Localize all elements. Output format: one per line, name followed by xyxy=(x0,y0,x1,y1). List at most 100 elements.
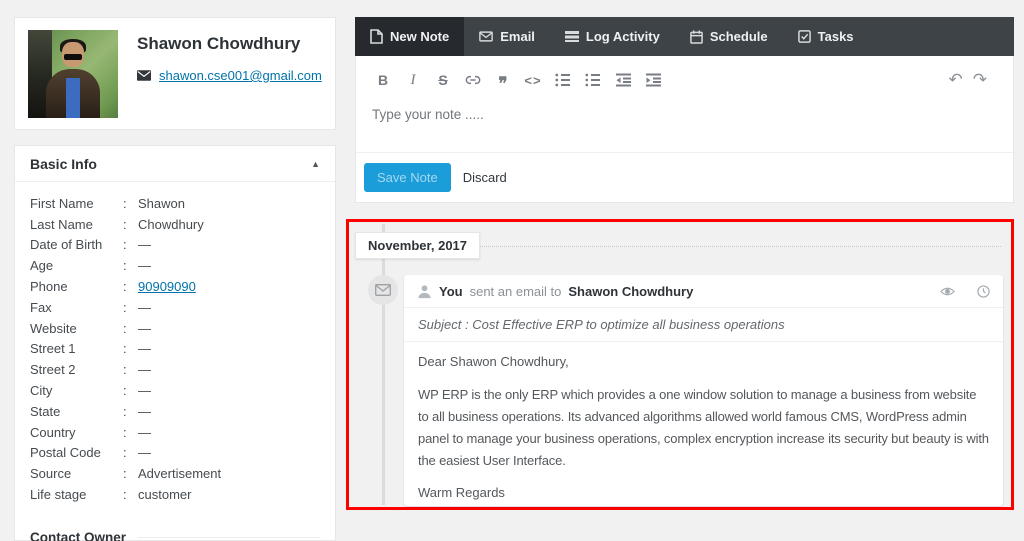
ordered-list-icon[interactable] xyxy=(578,69,608,91)
profile-card: Shawon Chowdhury shawon.cse001@gmail.com xyxy=(14,17,336,130)
info-label: Fax xyxy=(30,299,52,315)
info-row: Street 2: — xyxy=(30,359,320,380)
outdent-icon[interactable] xyxy=(608,69,638,91)
blockquote-icon[interactable]: ❞ xyxy=(488,69,518,92)
profile-photo xyxy=(28,30,118,118)
info-row: Postal Code: — xyxy=(30,443,320,464)
info-label: City xyxy=(30,383,53,399)
envelope-icon xyxy=(137,70,151,81)
note-input[interactable]: Type your note ..... xyxy=(356,91,1013,138)
info-label: Phone xyxy=(30,279,68,295)
save-note-button[interactable]: Save Note xyxy=(364,163,451,192)
info-colon: : xyxy=(123,445,127,461)
tab-email[interactable]: Email xyxy=(464,17,550,56)
info-colon: : xyxy=(123,237,127,253)
undo-icon[interactable]: ↶ xyxy=(949,71,963,88)
info-colon: : xyxy=(123,320,127,336)
info-row: Phone:90909090 xyxy=(30,276,320,297)
timeline-month-label: November, 2017 xyxy=(355,232,481,259)
info-colon: : xyxy=(123,424,127,440)
info-row: State: — xyxy=(30,401,320,422)
info-label: Source xyxy=(30,466,72,482)
info-value: — xyxy=(138,383,151,399)
info-row: Source: Advertisement xyxy=(30,463,320,484)
info-colon: : xyxy=(123,487,127,503)
tab-label: New Note xyxy=(390,29,450,44)
note-icon xyxy=(370,29,383,44)
activity-tabbar: New Note Email Log Activity Schedule Tasks xyxy=(355,17,1014,56)
info-value: — xyxy=(138,320,151,336)
info-colon: : xyxy=(123,279,127,295)
info-value: Chowdhury xyxy=(138,216,204,232)
email-icon xyxy=(479,31,494,42)
info-label: State xyxy=(30,403,61,419)
basic-info-title: Basic Info xyxy=(30,156,97,172)
info-colon: : xyxy=(123,258,127,274)
log-icon xyxy=(564,31,579,42)
italic-icon[interactable]: I xyxy=(398,69,428,91)
view-eye-icon[interactable] xyxy=(940,286,955,297)
basic-info-rows: First Name: Shawon Last Name: Chowdhury Date… xyxy=(15,182,335,505)
entry-actor: You xyxy=(439,283,463,299)
info-label: Street 1 xyxy=(30,341,76,357)
calendar-icon xyxy=(690,30,703,44)
info-row: City: — xyxy=(30,380,320,401)
email-activity-card: You sent an email to Shawon Chowdhury Su… xyxy=(404,275,1003,506)
info-row: Fax: — xyxy=(30,297,320,318)
basic-info-panel: Basic Info ▲ First Name: Shawon Last Name:… xyxy=(14,145,336,541)
indent-icon[interactable] xyxy=(638,69,668,91)
contact-owner-title: Contact Owner xyxy=(30,529,127,541)
info-colon: : xyxy=(123,216,127,232)
code-icon[interactable]: <> xyxy=(518,69,548,91)
strikethrough-icon[interactable]: S xyxy=(428,69,458,91)
info-label: Age xyxy=(30,258,54,274)
collapse-arrow-icon[interactable]: ▲ xyxy=(311,159,320,169)
info-row: Age: — xyxy=(30,255,320,276)
info-row: Life stage: customer xyxy=(30,484,320,505)
tab-log-activity[interactable]: Log Activity xyxy=(550,17,675,56)
tasks-icon xyxy=(797,30,811,43)
info-value: — xyxy=(138,403,151,419)
info-label: Life stage xyxy=(30,487,87,503)
tab-label: Log Activity xyxy=(585,29,660,44)
info-colon: : xyxy=(123,403,127,419)
email-greeting: Dear Shawon Chowdhury, xyxy=(418,354,569,369)
tab-label: Schedule xyxy=(709,29,768,44)
info-value: — xyxy=(138,299,151,315)
info-row: Website: — xyxy=(30,318,320,339)
info-colon: : xyxy=(123,195,127,211)
bold-icon[interactable]: B xyxy=(368,69,398,91)
email-signoff: Warm Regards xyxy=(418,485,505,500)
info-value: — xyxy=(138,258,151,274)
info-value: — xyxy=(138,341,151,357)
info-row: Street 1: — xyxy=(30,339,320,360)
info-colon: : xyxy=(123,341,127,357)
timestamp-clock-icon[interactable] xyxy=(977,284,990,298)
email-badge-icon xyxy=(368,275,398,305)
info-label: Last Name xyxy=(30,216,93,232)
tab-schedule[interactable]: Schedule xyxy=(675,17,783,56)
bullet-list-icon[interactable] xyxy=(548,69,578,91)
info-label: Date of Birth xyxy=(30,237,103,253)
info-label: Postal Code xyxy=(30,445,101,461)
tab-label: Email xyxy=(500,29,535,44)
info-colon: : xyxy=(123,383,127,399)
info-row: Country: — xyxy=(30,422,320,443)
link-icon[interactable] xyxy=(458,69,488,91)
tab-new-note[interactable]: New Note xyxy=(355,17,465,56)
info-row: Last Name: Chowdhury xyxy=(30,214,320,235)
entry-target: Shawon Chowdhury xyxy=(568,283,694,299)
info-value: customer xyxy=(138,487,192,503)
info-value: Shawon xyxy=(138,195,185,211)
redo-icon[interactable]: ↷ xyxy=(973,71,987,88)
discard-button[interactable]: Discard xyxy=(463,170,507,185)
phone-link[interactable]: 90909090 xyxy=(138,279,196,294)
tab-tasks[interactable]: Tasks xyxy=(783,17,869,56)
info-value: Advertisement xyxy=(138,466,222,482)
dotted-divider xyxy=(478,246,1001,247)
info-value: — xyxy=(138,424,151,440)
info-label: Website xyxy=(30,320,77,336)
tab-label: Tasks xyxy=(817,29,854,44)
contact-email-link[interactable]: shawon.cse001@gmail.com xyxy=(159,68,322,83)
info-value: — xyxy=(138,362,151,378)
